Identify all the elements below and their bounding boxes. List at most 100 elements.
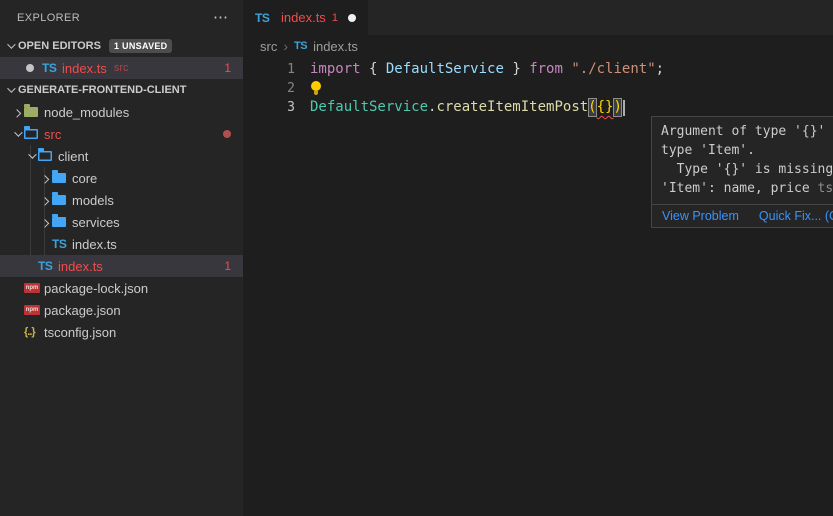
chevron-down-icon <box>8 126 24 142</box>
open-editor-name: index.ts <box>62 61 107 76</box>
tree-item-package-json[interactable]: npmpackage.json <box>0 299 243 321</box>
tree-item-services[interactable]: services <box>0 211 243 233</box>
tree-item-label: tsconfig.json <box>44 325 116 340</box>
json-braces-icon: {..} <box>24 326 44 338</box>
npm-icon: npm <box>24 305 44 315</box>
code-token: "./client" <box>571 60 655 79</box>
lightbulb-icon[interactable] <box>310 81 322 96</box>
tree-item-index-ts[interactable]: TSindex.ts <box>0 233 243 255</box>
code-token: DefaultService <box>386 60 504 79</box>
tree-item-label: models <box>72 193 114 208</box>
tab-error-count: 1 <box>332 12 338 24</box>
code-token: DefaultService <box>310 98 428 117</box>
unsaved-badge: 1 UNSAVED <box>109 39 173 53</box>
chevron-down-icon <box>22 148 38 164</box>
tree-item-package-lock-json[interactable]: npmpackage-lock.json <box>0 277 243 299</box>
breadcrumb-item-index-ts[interactable]: index.ts <box>313 39 358 54</box>
editor-area: TS index.ts 1 src › TS index.ts 1import … <box>243 0 833 516</box>
text-cursor <box>623 100 625 116</box>
folder-node-modules-icon <box>24 107 44 117</box>
code-token: ) <box>613 98 621 117</box>
tree-item-label: index.ts <box>58 259 103 274</box>
breadcrumb: src › TS index.ts <box>243 35 833 57</box>
folder-icon <box>52 173 72 183</box>
unsaved-dot-icon[interactable] <box>348 14 356 22</box>
tree-item-node-modules[interactable]: node_modules <box>0 101 243 123</box>
breadcrumb-item-src[interactable]: src <box>260 39 277 54</box>
tab-label: index.ts <box>281 10 326 25</box>
explorer-title: EXPLORER <box>17 12 80 24</box>
open-editors-section-header[interactable]: OPEN EDITORS 1 UNSAVED <box>0 35 243 57</box>
tooltip-message-line: type 'Item'. <box>661 141 833 160</box>
tooltip-footer: View Problem Quick Fix... (Ctrl+.) <box>652 204 833 227</box>
code-line-text <box>295 81 322 96</box>
tree-item-models[interactable]: models <box>0 189 243 211</box>
typescript-file-icon: TS <box>294 40 307 52</box>
code-token: ; <box>656 60 664 79</box>
line-number: 3 <box>243 98 295 117</box>
quick-fix-link[interactable]: Quick Fix... (Ctrl+.) <box>759 209 833 223</box>
tooltip-message-line: 'Item': name, price ts(2345) <box>661 179 833 198</box>
chevron-right-icon <box>36 192 52 208</box>
tree-item-client[interactable]: client <box>0 145 243 167</box>
code-token: from <box>529 60 563 79</box>
tree-item-label: index.ts <box>72 237 117 252</box>
npm-icon: npm <box>24 283 44 293</box>
error-count-badge: 1 <box>224 259 231 273</box>
tree-item-src[interactable]: src <box>0 123 243 145</box>
tooltip-message-line: Type '{}' is missing the following prope… <box>661 160 833 179</box>
code-token: createItemItemPost <box>436 98 588 117</box>
tree-item-label: node_modules <box>44 105 129 120</box>
code-token: } <box>504 60 529 79</box>
vscode-window: EXPLORER ⋯ OPEN EDITORS 1 UNSAVED TS ind… <box>0 0 833 516</box>
code-token: {} <box>597 98 614 117</box>
typescript-file-icon: TS <box>255 11 275 25</box>
view-problem-link[interactable]: View Problem <box>662 209 739 223</box>
error-dot-badge <box>223 130 231 138</box>
tree-item-core[interactable]: core <box>0 167 243 189</box>
chevron-right-icon: › <box>283 38 288 54</box>
code-line: 1import { DefaultService } from "./clien… <box>243 60 833 79</box>
tooltip-message: Argument of type '{}' is not assignable … <box>652 117 833 204</box>
workspace-section-header[interactable]: GENERATE-FRONTEND-CLIENT <box>0 79 243 101</box>
tab-index-ts[interactable]: TS index.ts 1 <box>243 0 368 35</box>
typescript-icon: TS <box>52 237 72 251</box>
chevron-down-icon <box>2 82 18 98</box>
open-editor-description: src <box>114 62 129 74</box>
open-editor-item-index-ts[interactable]: TS index.ts src 1 <box>0 57 243 79</box>
typescript-file-icon: TS <box>42 61 62 75</box>
chevron-right-icon <box>36 214 52 230</box>
workspace-label: GENERATE-FRONTEND-CLIENT <box>18 84 186 96</box>
folder-open-icon <box>38 151 58 161</box>
code-line-text: import { DefaultService } from "./client… <box>295 60 664 79</box>
typescript-icon: TS <box>38 259 58 273</box>
chevron-right-icon <box>36 170 52 186</box>
chevron-down-icon <box>2 38 18 54</box>
tree-item-tsconfig-json[interactable]: {..}tsconfig.json <box>0 321 243 343</box>
code-editor[interactable]: 1import { DefaultService } from "./clien… <box>243 57 833 117</box>
code-line-text: DefaultService.createItemItemPost({}) <box>295 98 625 117</box>
tab-bar: TS index.ts 1 <box>243 0 833 35</box>
line-number: 1 <box>243 60 295 79</box>
error-count-badge: 1 <box>224 61 231 75</box>
tree-item-index-ts[interactable]: TSindex.ts 1 <box>0 255 243 277</box>
tree-item-label: package-lock.json <box>44 281 148 296</box>
code-token: . <box>428 98 436 117</box>
tooltip-message-line: Argument of type '{}' is not assignable … <box>661 122 833 141</box>
error-code: ts(2345) <box>818 181 833 196</box>
folder-open-icon <box>24 129 44 139</box>
code-line: 2 <box>243 79 833 98</box>
code-token: ( <box>588 98 596 117</box>
code-token: import <box>310 60 361 79</box>
code-line: 3DefaultService.createItemItemPost({}) <box>243 98 833 117</box>
tree-item-label: src <box>44 127 61 142</box>
open-editors-label: OPEN EDITORS <box>18 40 101 52</box>
tree-item-label: package.json <box>44 303 121 318</box>
explorer-sidebar: EXPLORER ⋯ OPEN EDITORS 1 UNSAVED TS ind… <box>0 0 243 516</box>
more-actions-icon[interactable]: ⋯ <box>213 13 229 23</box>
folder-icon <box>52 217 72 227</box>
code-token: { <box>361 60 386 79</box>
sidebar-header: EXPLORER ⋯ <box>0 0 243 35</box>
tree-item-label: services <box>72 215 120 230</box>
line-number: 2 <box>243 79 295 98</box>
